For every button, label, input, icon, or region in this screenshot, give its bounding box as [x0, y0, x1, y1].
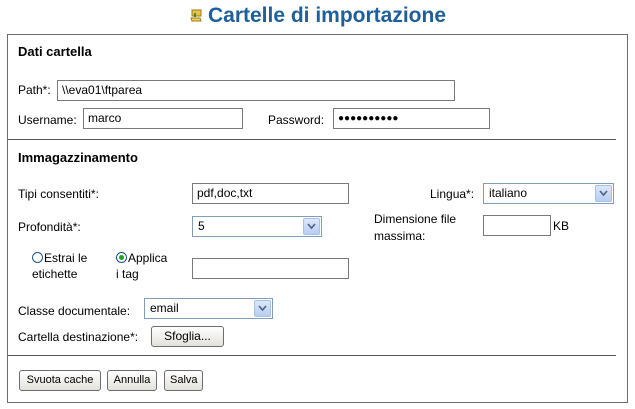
annulla-button[interactable]: Annulla: [107, 370, 157, 391]
radio-applica-label-2: i tag: [116, 267, 139, 281]
salva-button[interactable]: Salva: [164, 370, 203, 391]
destinazione-label: Cartella destinazione*:: [18, 330, 139, 344]
path-input[interactable]: \\eva01\ftparea: [57, 80, 455, 101]
folder-import-icon: [189, 5, 203, 22]
classe-value: email: [150, 301, 179, 315]
profondita-label: Profondità*:: [18, 220, 81, 234]
radio-applica-label-1: Applica: [128, 251, 168, 265]
classe-label: Classe documentale:: [18, 304, 131, 318]
svuota-cache-button[interactable]: Svuota cache: [19, 370, 101, 391]
tipi-input[interactable]: pdf,doc,txt: [192, 183, 349, 204]
profondita-select[interactable]: 5: [192, 216, 322, 237]
radio-estrai-label-2: etichette: [32, 267, 78, 281]
dimensione-unit: KB: [553, 219, 570, 233]
chevron-down-icon: [303, 218, 320, 235]
password-label: Password:: [268, 113, 325, 127]
chevron-down-icon: [254, 300, 271, 317]
radio-estrai-etichette[interactable]: [32, 252, 43, 263]
username-input[interactable]: marco: [83, 108, 243, 129]
username-label: Username:: [18, 113, 77, 127]
chevron-down-icon: [595, 185, 612, 202]
footer-divider: [8, 355, 616, 356]
radio-applica-tag[interactable]: [116, 252, 127, 263]
dimensione-label-line1: Dimensione file: [374, 212, 457, 226]
tag-input[interactable]: [192, 258, 349, 279]
lingua-value: italiano: [489, 186, 528, 200]
radio-estrai-label-1: Estrai le: [44, 251, 88, 265]
classe-select[interactable]: email: [144, 298, 273, 319]
section-divider: [8, 139, 616, 140]
sfoglia-button[interactable]: Sfoglia...: [151, 326, 224, 347]
path-label: Path*:: [18, 83, 51, 97]
tipi-label: Tipi consentiti*:: [18, 187, 99, 201]
section-heading-dati: Dati cartella: [18, 44, 92, 59]
page-title: Cartelle di importazione: [0, 4, 635, 28]
profondita-value: 5: [198, 219, 205, 233]
lingua-label: Lingua*:: [430, 187, 475, 201]
password-input[interactable]: ●●●●●●●●●●: [333, 108, 490, 129]
section-heading-immagazzinamento: Immagazzinamento: [18, 150, 138, 165]
dimensione-label-line2: massima:: [374, 229, 426, 243]
dimensione-input[interactable]: [483, 215, 551, 236]
lingua-select[interactable]: italiano: [483, 183, 614, 204]
